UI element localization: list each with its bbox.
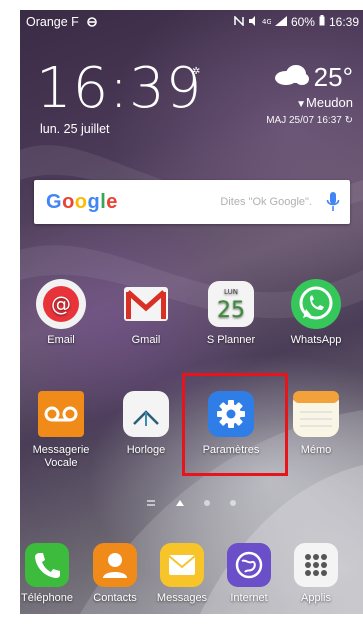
apps-grid-icon (293, 542, 339, 588)
app-email[interactable]: @ Email (21, 278, 101, 347)
settings-highlight-box (182, 373, 288, 476)
home-page-dot (176, 500, 184, 506)
dock-contacts[interactable]: Contacts (84, 542, 146, 605)
memo-icon (290, 388, 342, 440)
calendar-day-abbr: LUN (224, 288, 238, 296)
clock-widget-date[interactable]: lun. 25 juillet (40, 122, 110, 136)
internet-icon (226, 542, 272, 588)
signal-icon (274, 15, 287, 29)
battery-percent: 60% (290, 15, 315, 29)
whatsapp-icon (290, 278, 342, 330)
dock-messages[interactable]: Messages (151, 542, 213, 605)
page-dot (230, 500, 236, 506)
refresh-icon[interactable]: ↻ (345, 115, 353, 126)
weather-location: Meudon (306, 95, 353, 110)
dock-applis[interactable]: Applis (285, 542, 347, 605)
app-label: WhatsApp (290, 334, 342, 346)
app-label: Contacts (93, 592, 137, 604)
app-label-line1: Messagerie (32, 444, 90, 456)
google-logo: Google (46, 190, 118, 213)
app-memo[interactable]: Mémo (276, 388, 356, 457)
microphone-icon[interactable] (326, 191, 340, 218)
clock-icon (120, 388, 172, 440)
app-label: Messages (156, 592, 208, 604)
weather-updated: MAJ 25/07 16:37 (266, 115, 342, 126)
battery-icon (319, 15, 325, 29)
email-icon: @ (35, 278, 87, 330)
app-label: Téléphone (21, 592, 73, 604)
messages-icon (159, 542, 205, 588)
status-time: 16:39 (328, 15, 359, 29)
page-indicator[interactable] (145, 497, 245, 509)
app-label-line2: Vocale (44, 457, 78, 469)
voicemail-icon (35, 388, 87, 440)
google-search-bar[interactable]: Google Dites "Ok Google". (34, 180, 350, 224)
contacts-icon (92, 542, 138, 588)
app-gmail[interactable]: Gmail (106, 278, 186, 347)
app-s-planner[interactable]: LUN 25 S Planner (191, 278, 271, 347)
phone-icon (24, 542, 70, 588)
calendar-icon: LUN 25 (205, 278, 257, 330)
gmail-icon (120, 278, 172, 330)
link-icon (86, 16, 98, 30)
location-pin-icon: ▼ (296, 99, 307, 110)
app-label: Gmail (131, 334, 161, 346)
page-dot (204, 500, 210, 506)
app-messagerie-vocale[interactable]: Messagerie Vocale (21, 388, 101, 470)
app-label: S Planner (206, 334, 256, 346)
mute-icon (248, 15, 258, 29)
menu-lines-icon (147, 500, 155, 506)
app-label: Horloge (126, 444, 166, 456)
weather-widget[interactable]: 25° ▼Meudon MAJ 25/07 16:37 ↻ (213, 62, 353, 126)
calendar-day-number: 25 (217, 298, 245, 323)
svg-text:4G: 4G (262, 18, 271, 26)
home-screen: Orange F 4G 60% 16:39 16:39 ✲ lun. 25 ju… (20, 10, 363, 614)
app-label: Internet (230, 592, 268, 604)
alarm-icon: ✲ (192, 66, 201, 77)
app-whatsapp[interactable]: WhatsApp (276, 278, 356, 347)
app-label: Mémo (300, 444, 332, 456)
app-label: Applis (301, 592, 331, 604)
nfc-icon (234, 15, 244, 29)
app-horloge[interactable]: Horloge (106, 388, 186, 457)
dock-telephone[interactable]: Téléphone (20, 542, 78, 605)
dock-internet[interactable]: Internet (218, 542, 280, 605)
cloud-icon (272, 62, 310, 93)
app-label: Email (47, 334, 75, 346)
weather-temperature: 25° (313, 62, 353, 92)
carrier-label: Orange F (26, 15, 79, 29)
screenshot-frame: Orange F 4G 60% 16:39 16:39 ✲ lun. 25 ju… (0, 0, 363, 626)
search-placeholder[interactable]: Dites "Ok Google". (220, 196, 312, 208)
status-bar: Orange F 4G 60% 16:39 (20, 10, 363, 32)
svg-text:@: @ (51, 292, 71, 316)
4g-icon: 4G (262, 15, 272, 29)
clock-widget-time[interactable]: 16:39 (36, 56, 202, 121)
